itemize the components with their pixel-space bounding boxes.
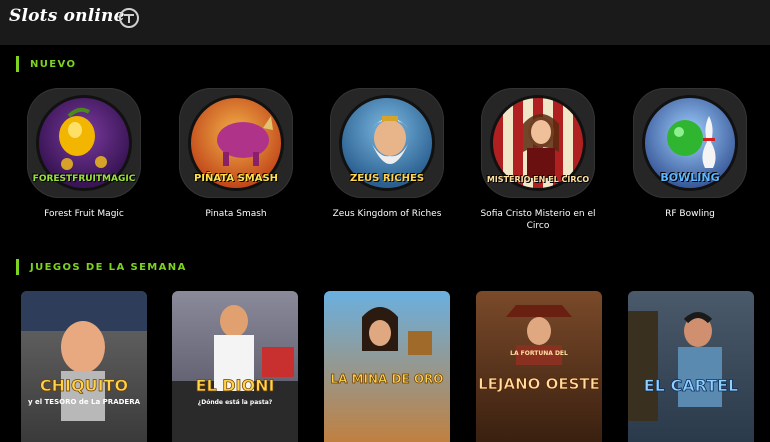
game-card-lejano-oeste[interactable]: LA FORTUNA DEL LEJANO OESTE [476,291,602,442]
game-name: Forest Fruit Magic [44,209,124,219]
game-thumbnail[interactable]: MISTERIO EN EL CIRCO [481,88,595,198]
game-card-el-cartel[interactable]: EL CARTEL [628,291,754,442]
game-tile-forest-fruit-magic[interactable]: FORESTFRUITMAGIC Forest Fruit Magic [14,88,154,220]
game-tile-sofia-cristo[interactable]: MISTERIO EN EL CIRCO Sofia Cristo Mister… [468,88,608,232]
page-title: Slots online [9,6,125,26]
game-tile-zeus[interactable]: ZEUS RICHES Zeus Kingdom of Riches [317,88,457,220]
game-thumbnail[interactable]: ZEUS RICHES [330,88,444,198]
card-logo-text: CHIQUITO [40,376,128,395]
filter-button[interactable] [119,8,139,28]
section-accent-bar [16,56,19,72]
game-logo-text: FORESTFRUITMAGIC [32,174,136,184]
card-subtitle-text: ¿Dónde está la pasta? [198,399,273,406]
top-bar: Slots online [0,0,770,45]
card-logo-text: LEJANO OESTE [478,375,600,393]
game-name: RF Bowling [665,209,715,219]
card-subtitle-text: y el TESORO de La PRADERA [28,398,141,406]
game-logo-text: MISTERIO EN EL CIRCO [486,175,590,184]
game-tile-rf-bowling[interactable]: BOWLING RF Bowling [620,88,760,220]
filter-icon [124,14,134,23]
card-logo-text: EL DIONI [196,376,275,395]
game-logo-text: BOWLING [660,171,720,184]
game-card-chiquito[interactable]: CHIQUITO y el TESORO de La PRADERA [21,291,147,442]
card-subtitle-text: LA FORTUNA DEL [510,350,568,357]
game-card-el-dioni[interactable]: EL DIONI ¿Dónde está la pasta? [172,291,298,442]
game-thumbnail[interactable]: BOWLING [633,88,747,198]
game-thumbnail[interactable]: FORESTFRUITMAGIC [27,88,141,198]
game-logo-text: PIÑATA SMASH [193,173,279,184]
game-name: Sofia Cristo Misterio en el Circo [480,209,596,231]
section-accent-bar [16,259,19,275]
game-logo-text: ZEUS RICHES [349,173,425,184]
game-name: Pinata Smash [205,209,267,219]
game-tile-pinata-smash[interactable]: PIÑATA SMASH Pinata Smash [166,88,306,220]
game-name: Zeus Kingdom of Riches [332,209,442,219]
card-logo-text: LA MINA DE ORO [330,372,443,386]
card-logo-text: EL CARTEL [644,376,738,395]
game-card-la-mina-de-oro[interactable]: LA MINA DE ORO [324,291,450,442]
section-title-nuevo: NUEVO [30,59,77,70]
game-thumbnail[interactable]: PIÑATA SMASH [179,88,293,198]
section-title-juegos-semana: JUEGOS DE LA SEMANA [30,262,187,273]
